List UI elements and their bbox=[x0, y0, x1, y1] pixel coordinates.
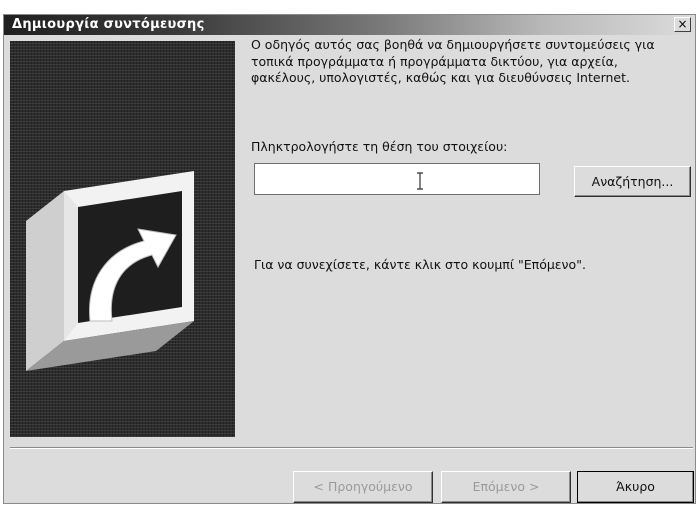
create-shortcut-dialog: Δημιουργία συντόμευσης × Ο οδηγός αυτός … bbox=[3, 14, 696, 504]
intro-block: Ο οδηγός αυτός σας βοηθά να δημιουργήσετ… bbox=[251, 37, 691, 87]
window-title: Δημιουργία συντόμευσης bbox=[12, 17, 205, 32]
back-button[interactable]: < Προηγούμενο bbox=[293, 471, 433, 503]
shortcut-arrow-icon bbox=[26, 171, 194, 371]
browse-button[interactable]: Αναζήτηση... bbox=[574, 166, 691, 197]
close-button[interactable]: × bbox=[674, 17, 691, 32]
text-cursor-icon bbox=[417, 172, 423, 190]
cancel-button[interactable]: Άκυρο bbox=[577, 471, 694, 503]
intro-text: Ο οδηγός αυτός σας βοηθά να δημιουργήσετ… bbox=[251, 37, 655, 85]
wizard-side-panel bbox=[10, 41, 235, 437]
location-label: Πληκτρολογήστε τη θέση του στοιχείου: bbox=[251, 139, 508, 154]
title-bar[interactable]: Δημιουργία συντόμευσης × bbox=[4, 15, 695, 35]
location-input[interactable] bbox=[254, 163, 540, 195]
next-button[interactable]: Επόμενο > bbox=[441, 471, 571, 503]
continue-instruction: Για να συνεχίσετε, κάντε κλικ στο κουμπί… bbox=[254, 257, 586, 272]
footer-divider bbox=[10, 447, 693, 449]
